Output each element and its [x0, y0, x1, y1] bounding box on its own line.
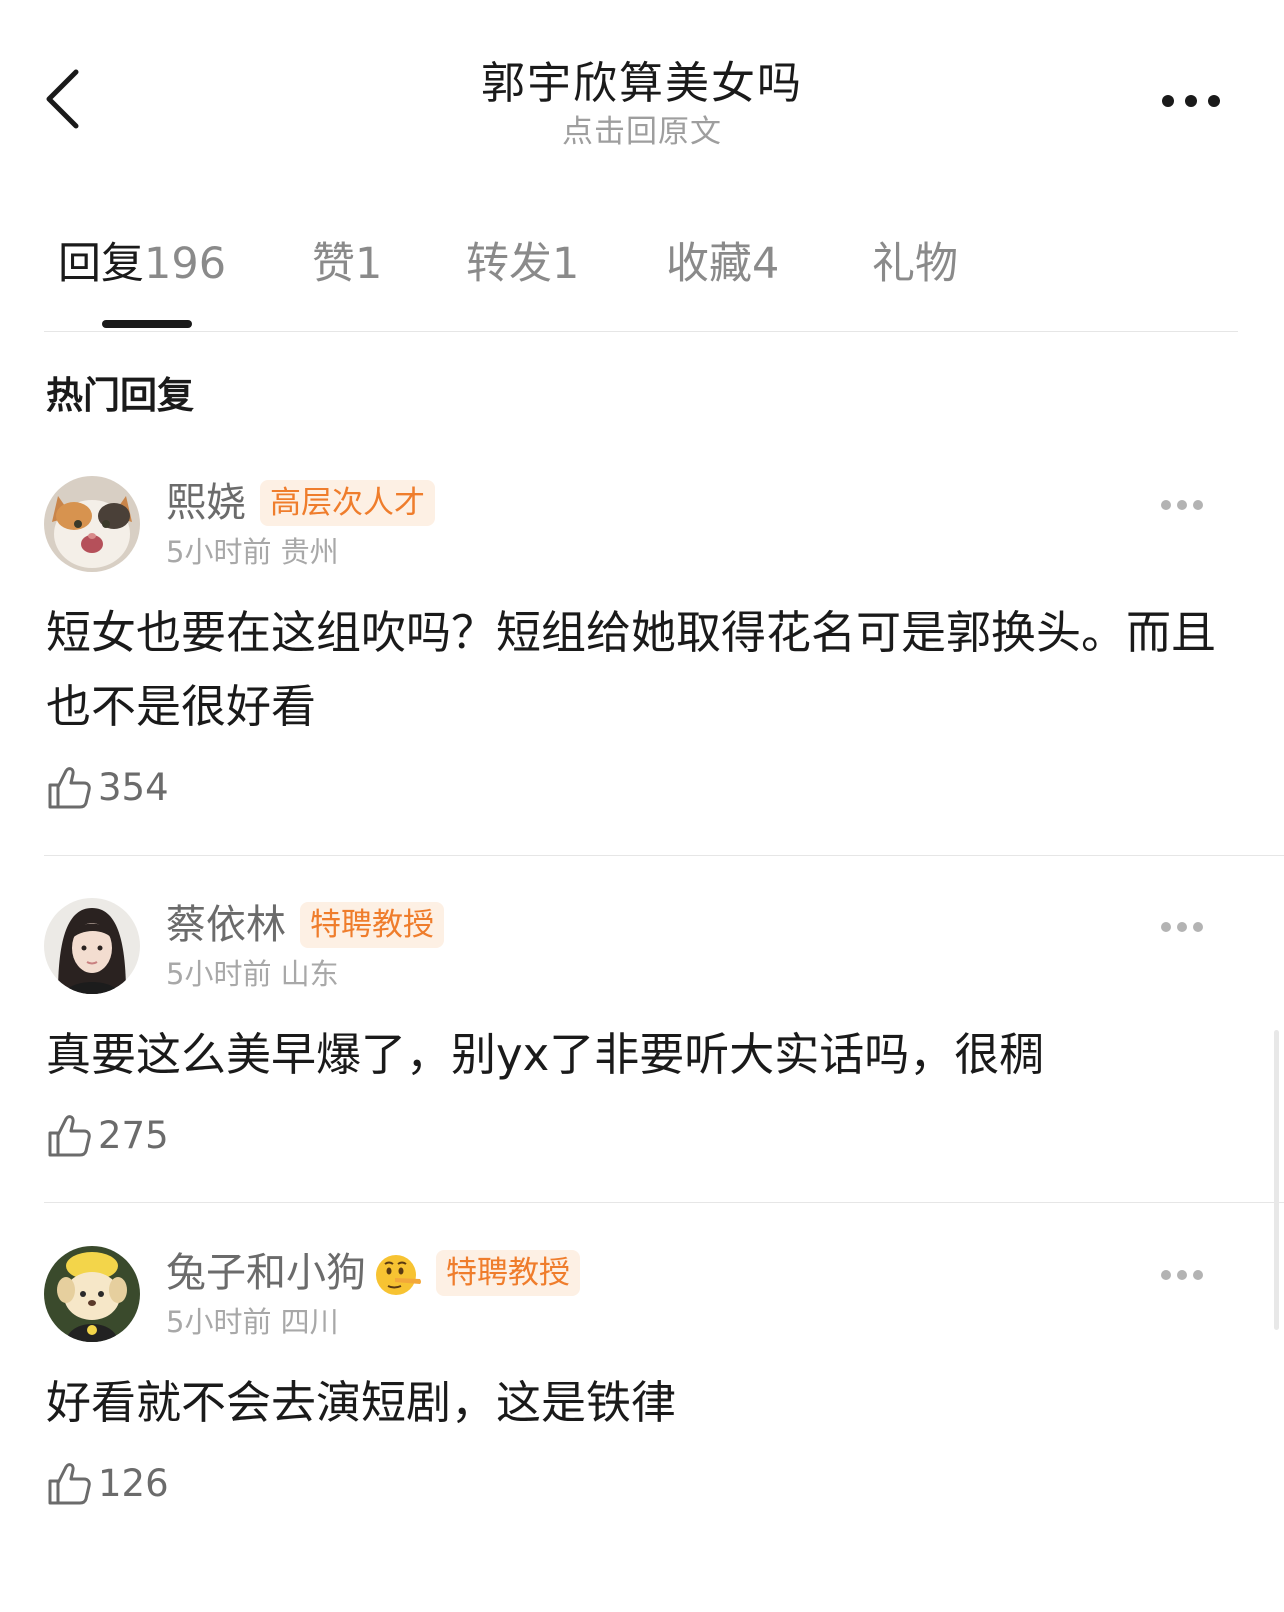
user-line: 蔡依林 特聘教授 [166, 900, 444, 950]
comment-text[interactable]: 好看就不会去演短剧，这是铁律 [46, 1366, 1226, 1440]
comment-item: 蔡依林 特聘教授 5小时前 山东 真要这么美早爆了，别yx了非要听大实话吗，很稠… [44, 898, 1284, 1188]
comment-time: 5小时前 [166, 535, 272, 569]
girl-avatar[interactable] [44, 898, 140, 994]
plush-dog-avatar-image [44, 1246, 140, 1342]
tab-count: 1 [355, 239, 383, 289]
comment-text[interactable]: 真要这么美早爆了，别yx了非要听大实话吗，很稠 [46, 1018, 1226, 1092]
comment-divider [44, 1202, 1284, 1203]
comment-meta: 5小时前 四川 [166, 1302, 339, 1342]
user-badge: 特聘教授 [300, 902, 444, 948]
tab-label: 礼物 [872, 239, 958, 289]
tab-label: 转发 [466, 239, 552, 289]
hot-replies-heading: 热门回复 [46, 374, 194, 417]
page-title: 郭宇欣算美女吗 [481, 58, 803, 109]
comment-item: 熙娆 高层次人才 5小时前 贵州 短女也要在这组吹吗？短组给她取得花名可是郭换头… [44, 476, 1284, 836]
tab-label: 赞 [312, 239, 355, 289]
lying-face-emoji-icon [374, 1249, 422, 1297]
more-dots-icon [1161, 1270, 1203, 1280]
comment-text[interactable]: 短女也要在这组吹吗？短组给她取得花名可是郭换头。而且也不是很好看 [46, 596, 1226, 744]
comment-more-button[interactable] [1160, 1266, 1204, 1280]
comment-time: 5小时前 [166, 1305, 272, 1339]
thumbs-up-icon [48, 1115, 91, 1157]
top-bar: 郭宇欣算美女吗 点击回原文 [0, 0, 1284, 190]
like-button[interactable]: 275 [46, 1112, 169, 1160]
comment-location: 贵州 [280, 535, 339, 569]
comment-more-button[interactable] [1160, 918, 1204, 932]
comment-item: 兔子和小狗 特聘教授 5小时前 四川 好看就不会去演短剧，这是铁律 126 [44, 1246, 1284, 1536]
tab-label: 收藏 [666, 239, 752, 289]
cat-avatar-image [44, 476, 140, 572]
user-badge: 高层次人才 [260, 480, 435, 526]
tab-count: 4 [752, 239, 780, 289]
comment-divider [44, 855, 1284, 856]
girl-avatar-image [44, 898, 140, 994]
username[interactable]: 蔡依林 [166, 900, 286, 950]
comment-meta: 5小时前 山东 [166, 954, 339, 994]
like-count: 126 [98, 1462, 169, 1505]
lying-face-emoji-icon-graphic [376, 1255, 421, 1295]
more-options-button[interactable] [1158, 88, 1228, 114]
comment-time: 5小时前 [166, 957, 272, 991]
back-to-original-link[interactable]: 点击回原文 [0, 112, 1284, 152]
like-count: 354 [98, 766, 169, 809]
cat-avatar[interactable] [44, 476, 140, 572]
like-button[interactable]: 126 [46, 1460, 169, 1508]
tab-count: 196 [144, 239, 227, 289]
scrollbar[interactable] [1274, 1030, 1279, 1330]
tab-label: 回复 [58, 239, 144, 289]
more-dots-icon [1161, 922, 1203, 932]
tab-likes[interactable]: 赞1 [312, 232, 382, 296]
tab-count: 1 [552, 239, 580, 289]
tab-gifts[interactable]: 礼物 [872, 232, 958, 296]
username[interactable]: 熙娆 [166, 478, 246, 528]
user-badge: 特聘教授 [436, 1250, 580, 1296]
tab-favorites[interactable]: 收藏4 [666, 232, 779, 296]
thumbs-up-icon [48, 767, 91, 809]
thumbs-up-icon [48, 1463, 91, 1505]
like-count: 275 [98, 1114, 169, 1157]
tab-reposts[interactable]: 转发1 [466, 232, 579, 296]
comment-more-button[interactable] [1160, 496, 1204, 510]
comment-location: 山东 [280, 957, 339, 991]
active-tab-indicator [102, 320, 192, 328]
tab-replies[interactable]: 回复196 [58, 232, 226, 296]
comment-meta: 5小时前 贵州 [166, 532, 339, 572]
comment-location: 四川 [280, 1305, 339, 1339]
more-dots-icon [1162, 95, 1220, 107]
plush-dog-avatar[interactable] [44, 1246, 140, 1342]
username[interactable]: 兔子和小狗 [166, 1248, 366, 1298]
user-line: 兔子和小狗 特聘教授 [166, 1248, 580, 1298]
title-block[interactable]: 郭宇欣算美女吗 点击回原文 [0, 56, 1284, 152]
more-dots-icon [1161, 500, 1203, 510]
user-line: 熙娆 高层次人才 [166, 478, 435, 528]
tab-bar: 回复196 赞1 转发1 收藏4 礼物 [44, 232, 1238, 332]
like-button[interactable]: 354 [46, 764, 169, 812]
